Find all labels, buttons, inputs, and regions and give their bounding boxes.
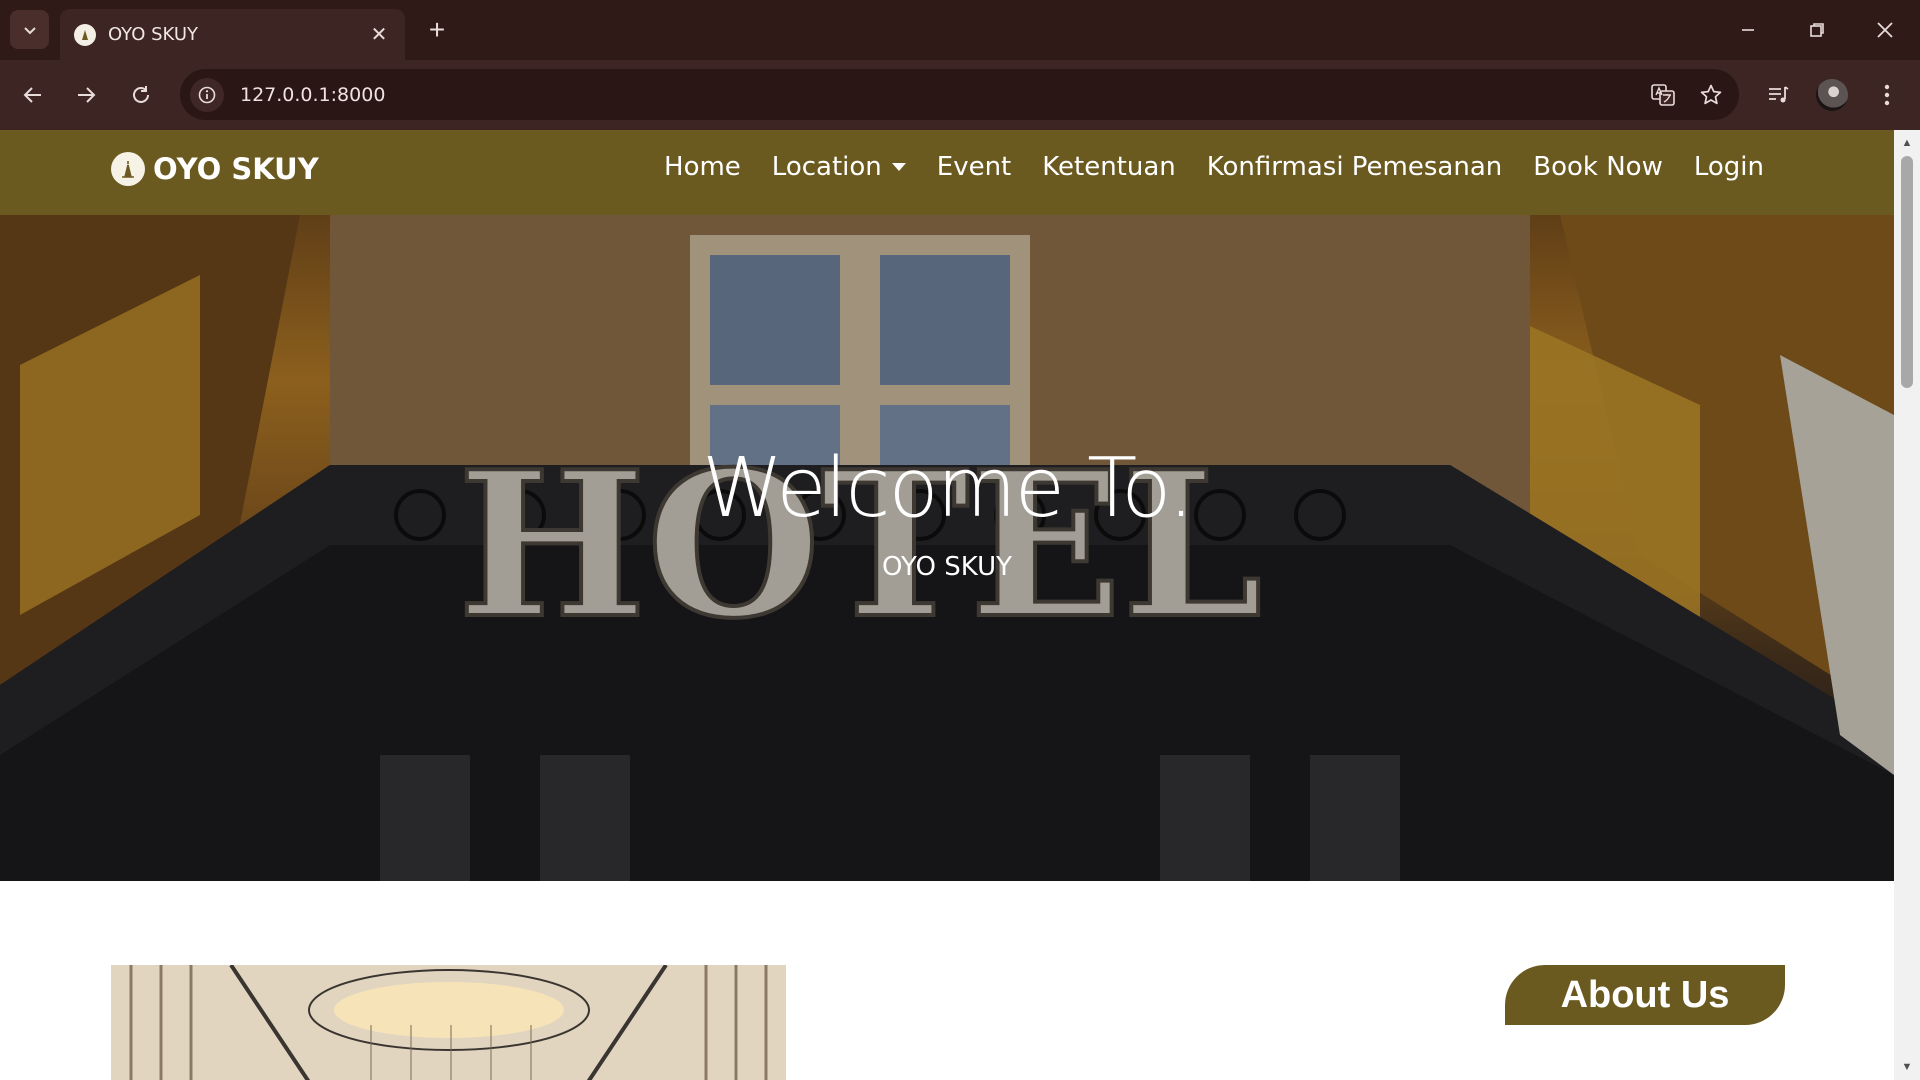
tab-favicon-icon xyxy=(74,23,96,46)
reload-icon xyxy=(133,86,149,103)
forward-button[interactable] xyxy=(67,76,105,114)
close-icon xyxy=(1877,22,1893,38)
hero-title: Welcome To. xyxy=(701,441,1194,536)
about-image xyxy=(111,965,786,1080)
nav-link-konfirmasi-pemesanan[interactable]: Konfirmasi Pemesanan xyxy=(1207,152,1502,182)
url-text[interactable]: 127.0.0.1:8000 xyxy=(240,84,1643,106)
nav-menu: Home Location Event Ketentuan Konfirmasi… xyxy=(633,152,1764,182)
reload-button[interactable] xyxy=(122,76,160,114)
browser-tabbar: OYO SKUY ✕ + xyxy=(0,0,1920,60)
back-button[interactable] xyxy=(14,76,52,114)
brand-name: OYO SKUY xyxy=(153,152,319,186)
scrollbar-thumb[interactable] xyxy=(1901,156,1913,388)
hero-banner: HOTEL Welcome To. OYO SKUY xyxy=(0,215,1894,881)
bookmark-star-icon[interactable] xyxy=(1691,75,1731,115)
address-bar[interactable]: 127.0.0.1:8000 xyxy=(180,69,1739,120)
profile-avatar[interactable] xyxy=(1816,79,1848,111)
nav-link-book-now[interactable]: Book Now xyxy=(1533,152,1663,182)
minimize-icon xyxy=(1742,29,1754,31)
browser-tab[interactable]: OYO SKUY ✕ xyxy=(60,9,405,60)
nav-link-event[interactable]: Event xyxy=(937,152,1011,182)
scroll-down-arrow-icon[interactable]: ▼ xyxy=(1894,1056,1920,1078)
caret-down-icon xyxy=(891,163,906,171)
about-us-heading: About Us xyxy=(1560,973,1730,1016)
brand-logo-icon xyxy=(111,152,145,186)
site-navbar: OYO SKUY Home Location Event Ketentuan K… xyxy=(0,130,1894,215)
browser-toolbar: 127.0.0.1:8000 xyxy=(0,60,1920,130)
arrow-right-icon xyxy=(78,87,96,103)
media-controls-icon[interactable] xyxy=(1759,76,1797,114)
nav-link-location-label: Location xyxy=(771,152,882,182)
brand-link[interactable]: OYO SKUY xyxy=(111,152,319,186)
page-scrollbar[interactable]: ▲ ▼ xyxy=(1894,130,1920,1080)
arrow-left-icon xyxy=(23,87,41,103)
tab-search-button[interactable] xyxy=(10,10,49,49)
nav-link-home[interactable]: Home xyxy=(664,152,741,182)
menu-kebab-icon[interactable] xyxy=(1868,76,1906,114)
new-tab-button[interactable]: + xyxy=(420,14,454,48)
tab-title: OYO SKUY xyxy=(108,24,198,45)
chevron-down-icon xyxy=(23,26,36,34)
hero-overlay xyxy=(0,215,1894,881)
translate-icon[interactable] xyxy=(1643,75,1683,115)
site-info-icon[interactable] xyxy=(190,77,224,112)
scroll-up-arrow-icon[interactable]: ▲ xyxy=(1894,132,1920,154)
close-window-button[interactable] xyxy=(1860,10,1910,50)
about-us-heading-badge: About Us xyxy=(1505,965,1785,1025)
web-page: OYO SKUY Home Location Event Ketentuan K… xyxy=(0,130,1894,1080)
nav-link-login[interactable]: Login xyxy=(1694,152,1764,182)
nav-link-location[interactable]: Location xyxy=(772,152,906,182)
restore-button[interactable] xyxy=(1792,10,1842,50)
hero-subtitle: OYO SKUY xyxy=(882,552,1012,582)
restore-icon xyxy=(1810,23,1824,37)
tab-close-icon[interactable]: ✕ xyxy=(367,22,391,47)
nav-link-ketentuan[interactable]: Ketentuan xyxy=(1042,152,1176,182)
minimize-button[interactable] xyxy=(1723,10,1773,50)
